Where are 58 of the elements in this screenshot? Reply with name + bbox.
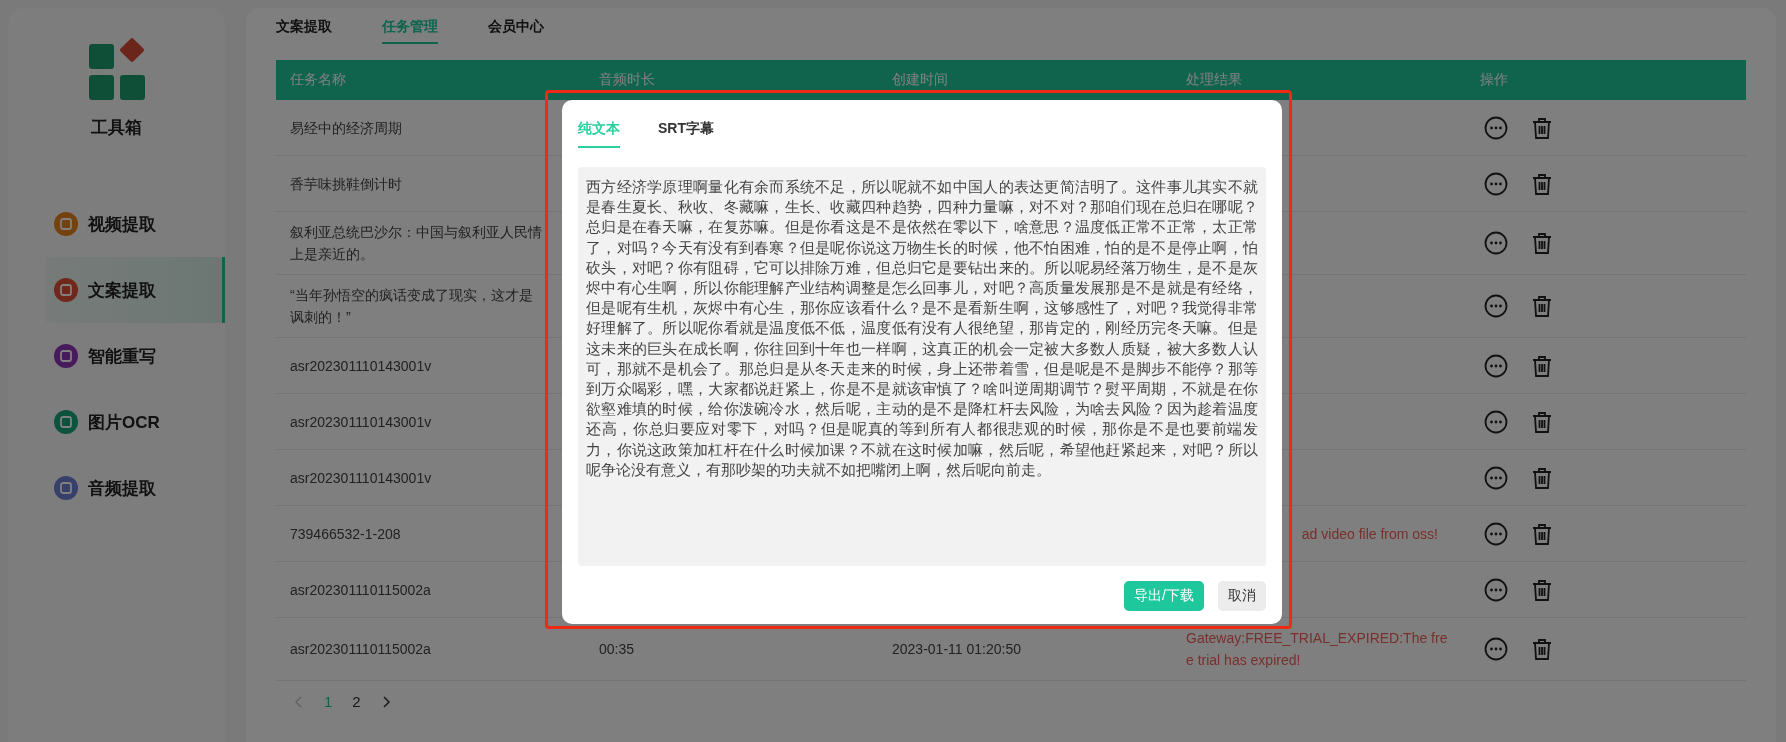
logo-icon bbox=[86, 38, 147, 102]
table-cell-text: 易经中的经济周期 bbox=[290, 118, 402, 138]
error-text: Gateway:FREE_TRIAL_EXPIRED:The fre e trial has expired! bbox=[1186, 629, 1448, 670]
table-cell-text: 739466532-1-208 bbox=[290, 524, 401, 544]
tab[interactable]: 文案提取 bbox=[276, 8, 332, 44]
sidebar-item[interactable]: 文案提取 bbox=[46, 257, 225, 323]
table-cell-text: 2023-01-11 01:20:50 bbox=[892, 640, 1021, 659]
table-cell-text: 叙利亚总统巴沙尔：中国与叙利亚人民情上是亲近的。 bbox=[290, 223, 543, 264]
more-icon[interactable] bbox=[1484, 231, 1508, 255]
square-in-circle-icon bbox=[54, 212, 78, 236]
column-header: 创建时间 bbox=[878, 60, 1172, 100]
transcript-text: 西方经济学原理啊量化有余而系统不足，所以呢就不如中国人的表达更简洁明了。这件事儿其实不就是春生夏长、秋收、冬藏嘛，生长、收藏四种趋势，四种力量嘛，对不对？那咱们现在总归在哪呢？总归是在春天嘛，在复苏嘛。但是你看这是不是依然在零以下，啥意思？温度低正常不正常，太正常了，对吗？今天有没有到春寒？但是呢你说这万物生长的时候，他不怕困难，怕的是不是停止啊，怕砍头，对吧？你有阻碍，它可以排除万难，但总归它是要钻出来的。所以呢易经落万物生，是不是灰烬中有心生啊，所以你能理解产业结构调整是怎么回事儿，对吧？高质量发展那是不是就是有经络，但是呢有生机，灰烬中有心生，那你应该看什么？是不是看新生啊，这够感性了，对吧？我觉得非常好理解了。所以呢你看就是温度低不低，温度低有没有人很绝望，那肯定的，刚经历完冬天嘛。但是这未来的巨头在成长啊，你往回到十年也一样啊，这真正的机会一定被大多数人质疑，被大多数人认可，那就不是机会了。那总归是从冬天走来的时候，身上还带着雪，但是呢是不是脚步不能停？那等到万众喝彩，嘿，大家都说赶紧上，你是不是就该审慎了？啥叫逆周期调节？熨平周期，不就是在你欲壑难填的时候，给你泼碗冷水，然后呢，主动的是不是降杠杆去风险，为啥去风险？因为趁着温度还高，你总归要应对零下，对吗？但是呢真的等到所有人都很悲观的时候，那你是不是也要前端发力，你说这政策加杠杆在什么时候加课？不就在这时候加嘛，然后呢，希望他赶紧起来，对吧？所以呢争论没有意义，有那吵架的功夫就不如把嘴闭上啊，然后呢向前走。 bbox=[586, 179, 1258, 478]
square-in-circle-icon bbox=[54, 476, 78, 500]
column-header: 处理结果 bbox=[1172, 60, 1466, 100]
delete-icon[interactable] bbox=[1530, 465, 1554, 490]
tab[interactable]: SRT字幕 bbox=[658, 120, 714, 148]
more-icon[interactable] bbox=[1484, 294, 1508, 318]
table-cell-text: 00:35 bbox=[599, 640, 635, 659]
delete-icon[interactable] bbox=[1530, 521, 1554, 546]
more-icon[interactable] bbox=[1484, 353, 1508, 378]
sidebar-item[interactable]: 视频提取 bbox=[46, 191, 225, 257]
column-header: 音频时长 bbox=[585, 60, 878, 100]
more-icon[interactable] bbox=[1484, 171, 1508, 196]
delete-icon[interactable] bbox=[1530, 577, 1554, 602]
more-icon[interactable] bbox=[1484, 465, 1508, 490]
delete-icon[interactable] bbox=[1530, 115, 1554, 140]
table-cell-text: “当年孙悟空的疯话变成了现实，这才是讽刺的！” bbox=[290, 286, 534, 327]
delete-icon[interactable] bbox=[1530, 231, 1554, 255]
table-cell-text: 香芋味挑鞋倒计时 bbox=[290, 174, 402, 194]
delete-icon[interactable] bbox=[1530, 294, 1554, 318]
app-name: 工具箱 bbox=[91, 117, 142, 139]
delete-icon[interactable] bbox=[1530, 353, 1554, 378]
table-cell-text: asr202301110115002a bbox=[290, 580, 431, 600]
error-text: ad video file from oss! bbox=[1301, 524, 1438, 544]
more-icon[interactable] bbox=[1484, 409, 1508, 434]
sidebar-item[interactable]: 智能重写 bbox=[46, 323, 225, 389]
more-icon[interactable] bbox=[1484, 577, 1508, 602]
table-cell-text: asr202301110143001v bbox=[290, 468, 432, 488]
delete-icon[interactable] bbox=[1530, 637, 1554, 661]
cancel-button[interactable]: 取消 bbox=[1218, 581, 1266, 611]
more-icon[interactable] bbox=[1484, 521, 1508, 546]
square-in-circle-icon bbox=[54, 344, 78, 368]
delete-icon[interactable] bbox=[1530, 171, 1554, 196]
sidebar-item[interactable]: 音频提取 bbox=[46, 455, 225, 521]
square-in-circle-icon bbox=[54, 410, 78, 434]
table-cell-text: asr202301110115002a bbox=[290, 640, 431, 659]
page-number[interactable]: 2 bbox=[352, 693, 361, 710]
more-icon[interactable] bbox=[1484, 637, 1508, 661]
tab[interactable]: 会员中心 bbox=[488, 8, 544, 44]
table-cell-text: asr202301110143001v bbox=[290, 412, 432, 432]
delete-icon[interactable] bbox=[1530, 409, 1554, 434]
next-icon[interactable] bbox=[380, 694, 393, 709]
column-header: 操作 bbox=[1466, 60, 1746, 100]
sidebar-item[interactable]: 图片OCR bbox=[46, 389, 225, 455]
column-header: 任务名称 bbox=[276, 60, 585, 100]
table-cell-text: asr202301110143001v bbox=[290, 356, 432, 376]
square-in-circle-icon bbox=[54, 278, 78, 302]
more-icon[interactable] bbox=[1484, 115, 1508, 140]
